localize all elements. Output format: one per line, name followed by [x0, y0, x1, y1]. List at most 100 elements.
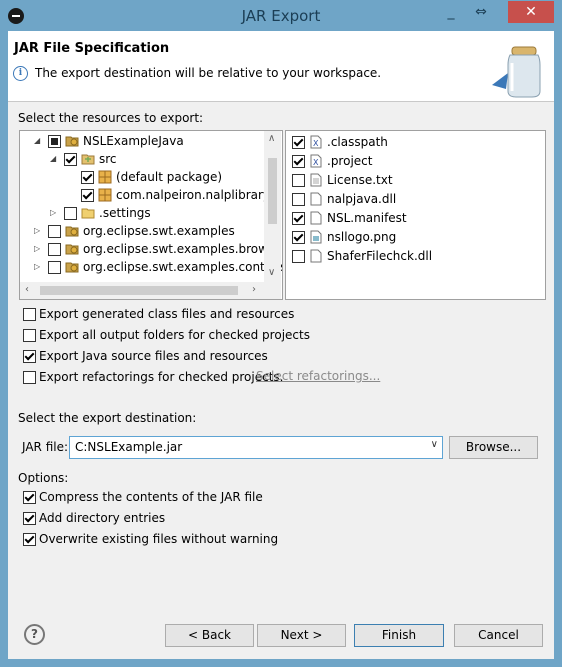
tree-item[interactable]: com.nalpeiron.nalplibrary [20, 186, 270, 204]
jar-file-value[interactable]: C:NSLExample.jar [75, 440, 182, 454]
file-list-item[interactable]: nsllogo.png [286, 228, 545, 246]
file-name: nsllogo.png [327, 230, 397, 244]
project-icon [65, 260, 79, 274]
file-name: ShaferFilechck.dll [327, 249, 433, 263]
export-option-label: Export generated class files and resourc… [39, 307, 295, 321]
file-list-item[interactable]: nalpjava.dll [286, 190, 545, 208]
tree-vertical-scroll-thumb[interactable] [268, 158, 277, 224]
file-checkbox[interactable] [292, 231, 305, 244]
scroll-up-icon[interactable]: ∧ [268, 133, 275, 145]
tree-item-label: .settings [99, 206, 151, 220]
file-checkbox[interactable] [292, 212, 305, 225]
file-checkbox[interactable] [292, 174, 305, 187]
maximize-button[interactable]: ⇔ [468, 1, 494, 23]
text-file-icon [309, 173, 323, 187]
collapsed-arrow-icon[interactable]: ▷ [34, 222, 40, 240]
file-checkbox[interactable] [292, 193, 305, 206]
resource-tree[interactable]: ◢ NSLExampleJava ◢ src (default package) com.… [19, 130, 283, 300]
export-option-label: Export all output folders for checked pr… [39, 328, 310, 342]
tree-item[interactable]: ◢ NSLExampleJava [20, 132, 264, 150]
resources-label: Select the resources to export: [18, 111, 204, 125]
file-list[interactable]: X .classpath X .project License.txt nalpjava.… [285, 130, 546, 300]
image-file-icon [309, 230, 323, 244]
file-name: nalpjava.dll [327, 192, 397, 206]
tree-item-label: org.eclipse.swt.examples.controls [83, 260, 283, 274]
collapsed-arrow-icon[interactable]: ▷ [34, 258, 40, 276]
collapsed-arrow-icon[interactable]: ▷ [50, 204, 56, 222]
export-option-label: Export Java source files and resources [39, 349, 268, 363]
select-refactorings-link[interactable]: Select refactorings... [256, 369, 380, 383]
jar-option-label: Add directory entries [39, 511, 166, 525]
browse-button[interactable]: Browse... [449, 436, 538, 459]
jar-file-label: JAR file: [22, 440, 69, 454]
folder-icon [81, 206, 95, 220]
file-icon [309, 249, 323, 263]
tree-horizontal-scrollbar[interactable]: ‹ › [20, 282, 264, 299]
tree-item[interactable]: ◢ src [20, 150, 264, 168]
scroll-down-icon[interactable]: ∨ [268, 267, 275, 279]
next-button[interactable]: Next > [257, 624, 346, 647]
jar-option-checkbox[interactable] [23, 491, 36, 504]
tree-item-checkbox[interactable] [81, 189, 94, 202]
header-banner: JAR File Specification i The export dest… [8, 31, 554, 102]
export-option-checkbox[interactable] [23, 350, 36, 363]
jar-icon [492, 46, 541, 98]
back-button[interactable]: < Back [165, 624, 254, 647]
scrollbar-corner [264, 282, 281, 299]
jar-option-checkbox[interactable] [23, 533, 36, 546]
tree-item[interactable]: ▷ .settings [20, 204, 264, 222]
export-option-checkbox[interactable] [23, 308, 36, 321]
close-button[interactable]: ✕ [508, 1, 554, 23]
scroll-right-icon[interactable]: › [252, 284, 256, 296]
xml-file-icon: X [309, 154, 323, 168]
help-icon[interactable]: ? [24, 624, 45, 645]
export-option-label: Export refactorings for checked projects… [39, 370, 284, 384]
expanded-arrow-icon[interactable]: ◢ [50, 150, 56, 168]
jar-export-window: JAR Export _ ⇔ ✕ JAR File Specification … [0, 0, 562, 667]
file-checkbox[interactable] [292, 155, 305, 168]
project-icon [65, 242, 79, 256]
export-option-checkbox[interactable] [23, 329, 36, 342]
file-list-item[interactable]: X .classpath [286, 133, 545, 151]
minimize-button[interactable]: _ [438, 1, 464, 23]
finish-button[interactable]: Finish [354, 624, 444, 647]
tree-item-checkbox[interactable] [48, 261, 61, 274]
tree-item[interactable]: ▷ org.eclipse.swt.examples.browser [20, 240, 282, 258]
file-list-item[interactable]: X .project [286, 152, 545, 170]
jar-file-combo[interactable]: C:NSLExample.jar ∨ [69, 436, 443, 459]
file-icon [309, 192, 323, 206]
tree-item[interactable]: (default package) [20, 168, 264, 186]
file-name: NSL.manifest [327, 211, 407, 225]
tree-item[interactable]: ▷ org.eclipse.swt.examples [20, 222, 264, 240]
chevron-down-icon[interactable]: ∨ [431, 439, 438, 450]
jar-option-checkbox[interactable] [23, 512, 36, 525]
file-name: License.txt [327, 173, 393, 187]
file-checkbox[interactable] [292, 250, 305, 263]
jar-option-label: Overwrite existing files without warning [39, 532, 279, 546]
expanded-arrow-icon[interactable]: ◢ [34, 132, 40, 150]
info-icon: i [13, 66, 28, 81]
collapsed-arrow-icon[interactable]: ▷ [34, 240, 40, 258]
tree-item-checkbox[interactable] [48, 225, 61, 238]
scroll-left-icon[interactable]: ‹ [25, 284, 29, 296]
export-option-checkbox[interactable] [23, 371, 36, 384]
tree-item-checkbox[interactable] [81, 171, 94, 184]
jar-option-label: Compress the contents of the JAR file [39, 490, 263, 504]
tree-item-label: NSLExampleJava [83, 134, 184, 148]
tree-item-checkbox[interactable] [64, 207, 77, 220]
file-list-item[interactable]: License.txt [286, 171, 545, 189]
title-bar[interactable]: JAR Export _ ⇔ ✕ [1, 1, 561, 31]
tree-item-checkbox[interactable] [48, 243, 61, 256]
file-list-item[interactable]: NSL.manifest [286, 209, 545, 227]
project-icon [65, 224, 79, 238]
tree-item-checkbox[interactable] [64, 153, 77, 166]
file-list-item[interactable]: ShaferFilechck.dll [286, 247, 545, 265]
tree-item-checkbox[interactable] [48, 135, 61, 148]
tree-horizontal-scroll-thumb[interactable] [40, 286, 238, 295]
cancel-button[interactable]: Cancel [454, 624, 543, 647]
banner-message: The export destination will be relative … [35, 66, 382, 80]
package-icon [98, 170, 112, 184]
tree-item[interactable]: ▷ org.eclipse.swt.examples.controls [20, 258, 282, 276]
tree-vertical-scrollbar[interactable]: ∧ ∨ [264, 131, 281, 282]
file-checkbox[interactable] [292, 136, 305, 149]
